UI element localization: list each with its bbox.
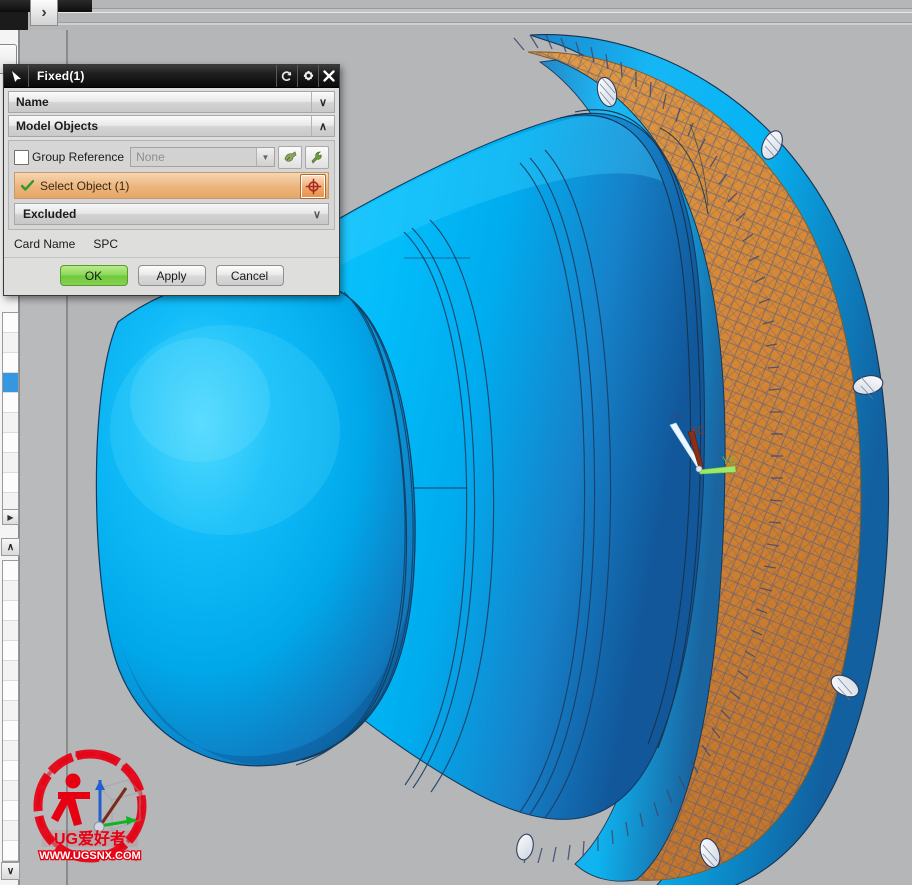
list-item[interactable] bbox=[3, 701, 18, 721]
chevron-right-icon: › bbox=[41, 3, 47, 21]
card-name-row: Card Name SPC bbox=[8, 230, 335, 257]
list-item[interactable] bbox=[3, 313, 18, 333]
watermark-brand: UG爱好者 bbox=[54, 829, 126, 848]
toolbar-separator-1 bbox=[56, 8, 912, 13]
ok-button[interactable]: OK bbox=[59, 265, 128, 286]
list-item[interactable] bbox=[3, 781, 18, 801]
list-item[interactable] bbox=[3, 453, 18, 473]
toolbar-overflow-button[interactable]: › bbox=[30, 0, 58, 26]
dialog-titlebar[interactable]: Fixed(1) bbox=[4, 65, 339, 88]
list-item[interactable] bbox=[3, 413, 18, 433]
check-icon bbox=[21, 179, 34, 192]
list-item[interactable] bbox=[3, 621, 18, 641]
object-list-lower[interactable] bbox=[2, 560, 19, 862]
crosshair-target-icon bbox=[305, 178, 321, 195]
list-item[interactable] bbox=[3, 433, 18, 453]
section-label-model-objects: Model Objects bbox=[16, 119, 99, 133]
cursor-icon bbox=[4, 65, 29, 87]
list-item[interactable] bbox=[3, 761, 18, 781]
card-name-label: Card Name bbox=[14, 237, 76, 251]
list-item-selected[interactable] bbox=[3, 373, 18, 393]
list-item[interactable] bbox=[3, 353, 18, 373]
list-item[interactable] bbox=[3, 473, 18, 493]
list-item[interactable] bbox=[3, 581, 18, 601]
edit-group-icon-button[interactable] bbox=[305, 145, 329, 169]
reset-icon[interactable] bbox=[276, 65, 297, 87]
apply-button[interactable]: Apply bbox=[137, 265, 206, 286]
group-reference-row: Group Reference None ▼ bbox=[14, 145, 329, 169]
section-header-model-objects[interactable]: Model Objects ∧ bbox=[8, 115, 335, 137]
list-item[interactable] bbox=[3, 601, 18, 621]
chevron-down-icon[interactable]: ∨ bbox=[311, 92, 334, 112]
chevron-down-icon[interactable]: ∨ bbox=[306, 204, 328, 224]
triad-label-z: ZC bbox=[669, 411, 684, 423]
section-header-name[interactable]: Name ∨ bbox=[8, 91, 335, 113]
chevron-down-icon[interactable]: ▼ bbox=[256, 148, 274, 166]
svg-text:WWW.UGSNX.COM: WWW.UGSNX.COM bbox=[39, 850, 140, 862]
list-item[interactable] bbox=[3, 641, 18, 661]
chevron-up-icon: ∧ bbox=[6, 541, 15, 553]
create-group-icon-button[interactable] bbox=[278, 145, 302, 169]
list-item[interactable] bbox=[3, 561, 18, 581]
select-object-label: Select Object (1) bbox=[40, 178, 130, 193]
list-item[interactable] bbox=[3, 821, 18, 841]
object-list-upper[interactable] bbox=[2, 312, 19, 514]
list-item[interactable] bbox=[3, 801, 18, 821]
card-name-value: SPC bbox=[93, 237, 119, 251]
excluded-section-header[interactable]: Excluded ∨ bbox=[14, 203, 329, 225]
list-item[interactable] bbox=[3, 333, 18, 353]
cancel-button[interactable]: Cancel bbox=[215, 265, 284, 286]
panel-collapse-down-button[interactable]: ∨ bbox=[1, 862, 20, 880]
list-item[interactable] bbox=[3, 721, 18, 741]
toolbar-separator-2 bbox=[56, 22, 912, 25]
list-item[interactable] bbox=[3, 393, 18, 413]
triad-label-x: XC bbox=[690, 425, 706, 437]
fixed-constraint-dialog[interactable]: Fixed(1) Name ∨ Model Objects ∧ Group Re… bbox=[3, 64, 340, 296]
triad-label-y: YC bbox=[722, 455, 738, 467]
dialog-body: Name ∨ Model Objects ∧ Group Reference N… bbox=[4, 88, 339, 257]
section-label-name: Name bbox=[16, 95, 49, 109]
site-watermark: UG爱好者 WWW.UGSNX.COM bbox=[28, 748, 153, 873]
excluded-label: Excluded bbox=[23, 207, 77, 221]
chevron-down-icon: ∨ bbox=[6, 865, 15, 877]
select-object-row[interactable]: Select Object (1) bbox=[14, 172, 329, 199]
chevron-up-icon[interactable]: ∧ bbox=[311, 116, 334, 136]
group-reference-checkbox[interactable] bbox=[14, 149, 29, 165]
dialog-footer: OK Apply Cancel bbox=[4, 257, 339, 295]
dialog-title: Fixed(1) bbox=[37, 69, 85, 83]
model-objects-group: Group Reference None ▼ Select Object (1)… bbox=[8, 140, 335, 230]
list-scroll-right-arrow[interactable]: ▶ bbox=[2, 509, 19, 525]
list-item[interactable] bbox=[3, 661, 18, 681]
application-window: ZC XC YC ▶ ∧ ∨ › Fixed(1) Name ∨ Model O… bbox=[0, 0, 912, 885]
gear-icon[interactable] bbox=[297, 65, 318, 87]
group-reference-label: Group Reference bbox=[32, 150, 125, 164]
close-icon[interactable] bbox=[318, 65, 339, 87]
list-item[interactable] bbox=[3, 681, 18, 701]
select-object-target-button[interactable] bbox=[300, 174, 326, 199]
scroll-arrow-glyph: ▶ bbox=[7, 512, 14, 522]
panel-collapse-up-button[interactable]: ∧ bbox=[1, 538, 20, 556]
list-item[interactable] bbox=[3, 741, 18, 761]
list-item[interactable] bbox=[3, 841, 18, 861]
group-reference-value: None bbox=[136, 150, 165, 164]
group-reference-dropdown[interactable]: None ▼ bbox=[130, 147, 275, 167]
